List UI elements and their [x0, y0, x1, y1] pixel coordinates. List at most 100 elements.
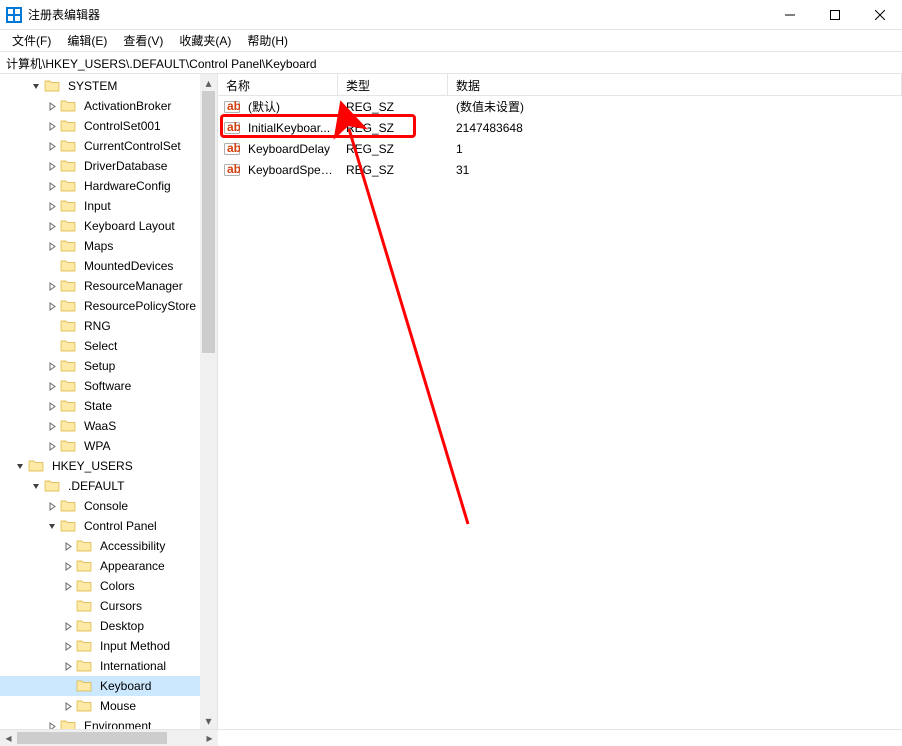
menu-file[interactable]: 文件(F) — [4, 30, 59, 51]
column-name[interactable]: 名称 — [218, 74, 338, 95]
tree-item[interactable]: Software — [0, 376, 217, 396]
tree-item[interactable]: HardwareConfig — [0, 176, 217, 196]
tree-system[interactable]: SYSTEM — [0, 76, 217, 96]
tree-item[interactable]: Mouse — [0, 696, 217, 716]
tree-item[interactable]: RNG — [0, 316, 217, 336]
list-row[interactable]: abInitialKeyboar...REG_SZ2147483648 — [218, 117, 902, 138]
value-type: REG_SZ — [338, 98, 448, 116]
tree-item[interactable]: Appearance — [0, 556, 217, 576]
chevron-right-icon[interactable] — [60, 618, 76, 634]
tree-item[interactable]: International — [0, 656, 217, 676]
tree-label: Cursors — [96, 598, 146, 614]
tree-item[interactable]: Setup — [0, 356, 217, 376]
chevron-right-icon[interactable] — [44, 398, 60, 414]
tree-item[interactable]: DriverDatabase — [0, 156, 217, 176]
list-pane[interactable]: 名称 类型 数据 ab(默认)REG_SZ(数值未设置)abInitialKey… — [218, 74, 902, 729]
chevron-right-icon[interactable] — [44, 718, 60, 729]
tree-item[interactable]: CurrentControlSet — [0, 136, 217, 156]
chevron-right-icon[interactable] — [60, 638, 76, 654]
chevron-right-icon[interactable] — [44, 498, 60, 514]
scroll-up-icon[interactable]: ▴ — [200, 74, 217, 91]
tree-item[interactable]: State — [0, 396, 217, 416]
folder-icon — [60, 338, 76, 354]
tree-control-panel[interactable]: Control Panel — [0, 516, 217, 536]
folder-icon — [44, 478, 60, 494]
list-row[interactable]: abKeyboardSpeedREG_SZ31 — [218, 159, 902, 180]
chevron-right-icon[interactable] — [60, 578, 76, 594]
tree-item[interactable]: ActivationBroker — [0, 96, 217, 116]
tree-console[interactable]: Console — [0, 496, 217, 516]
tree-item[interactable]: ControlSet001 — [0, 116, 217, 136]
tree-item[interactable]: Accessibility — [0, 536, 217, 556]
scroll-right-icon[interactable]: ▸ — [201, 730, 218, 746]
tree-environment[interactable]: Environment — [0, 716, 217, 729]
chevron-right-icon[interactable] — [44, 278, 60, 294]
chevron-right-icon[interactable] — [44, 358, 60, 374]
folder-icon — [76, 638, 92, 654]
chevron-right-icon[interactable] — [44, 238, 60, 254]
tree-default[interactable]: .DEFAULT — [0, 476, 217, 496]
chevron-down-icon[interactable] — [12, 458, 28, 474]
folder-icon — [60, 418, 76, 434]
chevron-right-icon[interactable] — [44, 98, 60, 114]
chevron-right-icon[interactable] — [60, 658, 76, 674]
chevron-right-icon[interactable] — [60, 698, 76, 714]
tree-item[interactable]: Cursors — [0, 596, 217, 616]
chevron-right-icon[interactable] — [44, 138, 60, 154]
minimize-button[interactable] — [767, 0, 812, 29]
folder-icon — [60, 98, 76, 114]
tree-item[interactable]: ResourceManager — [0, 276, 217, 296]
tree-item[interactable]: WPA — [0, 436, 217, 456]
chevron-right-icon[interactable] — [44, 178, 60, 194]
tree-pane[interactable]: SYSTEMActivationBrokerControlSet001Curre… — [0, 74, 218, 729]
chevron-right-icon[interactable] — [60, 538, 76, 554]
menu-edit[interactable]: 编辑(E) — [59, 30, 115, 51]
tree-item[interactable]: Input — [0, 196, 217, 216]
scroll-thumb[interactable] — [17, 732, 167, 744]
scroll-down-icon[interactable]: ▾ — [200, 712, 217, 729]
close-button[interactable] — [857, 0, 902, 29]
chevron-right-icon[interactable] — [44, 438, 60, 454]
column-type[interactable]: 类型 — [338, 74, 448, 95]
tree-vertical-scrollbar[interactable]: ▴ ▾ — [200, 74, 217, 729]
tree-label: Keyboard Layout — [80, 218, 179, 234]
chevron-right-icon[interactable] — [60, 558, 76, 574]
tree-item[interactable]: Input Method — [0, 636, 217, 656]
menu-view[interactable]: 查看(V) — [115, 30, 171, 51]
chevron-down-icon[interactable] — [44, 518, 60, 534]
tree-item-keyboard[interactable]: Keyboard — [0, 676, 217, 696]
folder-icon — [60, 158, 76, 174]
chevron-right-icon[interactable] — [44, 378, 60, 394]
chevron-right-icon[interactable] — [44, 218, 60, 234]
tree-label: DriverDatabase — [80, 158, 171, 174]
tree-item[interactable]: ResourcePolicyStore — [0, 296, 217, 316]
chevron-right-icon[interactable] — [44, 198, 60, 214]
chevron-right-icon[interactable] — [44, 158, 60, 174]
column-data[interactable]: 数据 — [448, 74, 902, 95]
tree-horizontal-scrollbar[interactable]: ◂ ▸ — [0, 730, 218, 746]
tree-item[interactable]: Select — [0, 336, 217, 356]
tree-item[interactable]: Maps — [0, 236, 217, 256]
tree-hkey-users[interactable]: HKEY_USERS — [0, 456, 217, 476]
value-name: KeyboardSpeed — [244, 161, 338, 179]
tree-label: HardwareConfig — [80, 178, 175, 194]
maximize-button[interactable] — [812, 0, 857, 29]
address-bar[interactable]: 计算机\HKEY_USERS\.DEFAULT\Control Panel\Ke… — [0, 52, 902, 74]
scroll-left-icon[interactable]: ◂ — [0, 730, 17, 746]
menu-help[interactable]: 帮助(H) — [239, 30, 296, 51]
list-row[interactable]: abKeyboardDelayREG_SZ1 — [218, 138, 902, 159]
scroll-thumb[interactable] — [202, 91, 215, 353]
tree-item[interactable]: Desktop — [0, 616, 217, 636]
tree-item[interactable]: Colors — [0, 576, 217, 596]
chevron-right-icon[interactable] — [44, 298, 60, 314]
chevron-right-icon[interactable] — [44, 118, 60, 134]
chevron-right-icon[interactable] — [44, 418, 60, 434]
tree-item[interactable]: MountedDevices — [0, 256, 217, 276]
chevron-down-icon[interactable] — [28, 78, 44, 94]
menu-favorites[interactable]: 收藏夹(A) — [171, 30, 239, 51]
chevron-down-icon[interactable] — [28, 478, 44, 494]
tree-item[interactable]: WaaS — [0, 416, 217, 436]
svg-text:ab: ab — [227, 120, 240, 134]
list-row[interactable]: ab(默认)REG_SZ(数值未设置) — [218, 96, 902, 117]
tree-item[interactable]: Keyboard Layout — [0, 216, 217, 236]
